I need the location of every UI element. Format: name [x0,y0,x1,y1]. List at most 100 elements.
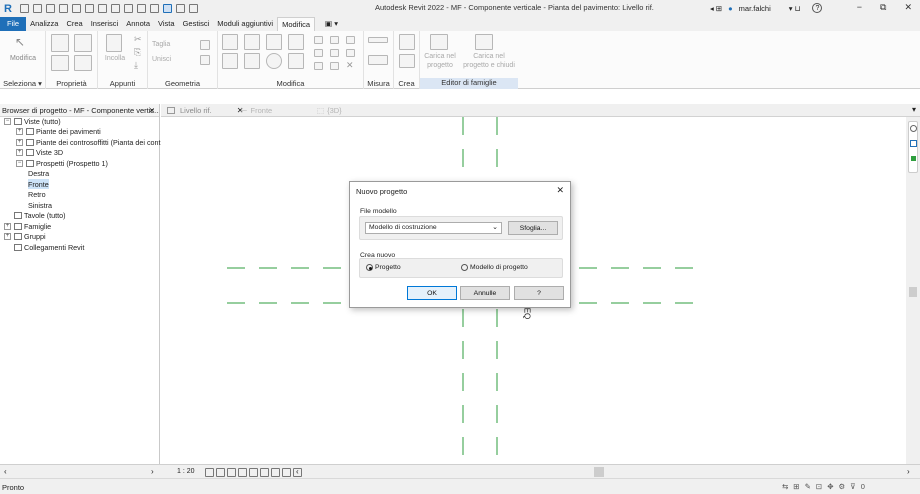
geometry-tool-icon[interactable] [200,40,210,50]
ok-button[interactable]: OK [407,286,457,300]
tab-gestisci[interactable]: Gestisci [179,17,214,31]
properties-icon[interactable] [51,34,69,52]
panel-label-seleziona[interactable]: Seleziona ▾ [0,79,45,88]
split-icon[interactable] [314,36,323,44]
save-icon[interactable] [33,4,42,13]
tree-item[interactable]: Destra [28,169,49,179]
rotate-icon[interactable] [266,53,282,69]
carica-chiudi-button[interactable]: Carica nel progetto e chiudi [460,52,518,70]
view-tab-3d[interactable]: ⬚ {3D} [317,104,342,117]
tree-item[interactable]: Sinistra [28,200,52,210]
browser-scroll-right-icon[interactable]: › [151,467,154,476]
view-tab-livello-rif[interactable]: Livello rif. ✕ [167,104,243,117]
tree-item[interactable]: + Viste 3D [16,148,63,158]
drag-elements-icon[interactable]: ✥ [827,482,833,491]
carica-progetto-button[interactable]: Carica nel progetto [420,52,460,70]
switch-windows-icon[interactable] [189,4,198,13]
crop-view-icon[interactable] [249,468,258,477]
undo-icon[interactable] [59,4,68,13]
reveal-hidden-icon[interactable] [282,468,291,477]
delete-icon[interactable]: ✕ [346,60,354,71]
tree-item[interactable]: + Gruppi [4,232,46,242]
mirror-draw-icon[interactable] [288,34,304,50]
user-name[interactable]: mar.falchi [739,4,771,13]
tree-item[interactable]: + Piante dei pavimenti [16,127,101,137]
create-form-icon[interactable] [399,54,415,68]
tab-modifica[interactable]: Modifica [277,17,316,31]
radio-modello-dot[interactable] [461,264,468,271]
expand-icon[interactable]: + [4,233,11,240]
canvas-scroll-left-icon[interactable]: ‹ [296,467,299,476]
canvas-scroll-right-icon[interactable]: › [907,467,910,476]
restore-button[interactable]: ⧉ [880,2,886,13]
text-icon[interactable] [124,4,133,13]
3d-view-icon[interactable] [137,4,146,13]
move-icon[interactable] [222,53,238,69]
zoom-region-icon[interactable] [911,156,916,161]
type-properties-icon[interactable] [74,34,92,52]
tab-file[interactable]: File [0,17,27,31]
canvas-hscroll-thumb[interactable] [594,467,604,477]
print-icon[interactable] [85,4,94,13]
tag-icon[interactable] [111,4,120,13]
family-category-icon[interactable] [51,55,69,71]
shadows-icon[interactable] [238,468,247,477]
collapse-icon[interactable]: − [4,117,11,125]
canvas-vertical-scrollbar[interactable] [906,117,920,464]
load-and-close-icon[interactable] [475,34,493,50]
tree-item[interactable]: Fronte [28,179,49,189]
select-links-icon[interactable]: ⇆ [782,482,788,491]
close-hidden-icon[interactable] [176,4,185,13]
visual-style-icon[interactable] [216,468,225,477]
tree-item[interactable]: Retro [28,190,46,200]
binoculars-icon[interactable]: ◂ ⊞ [710,4,722,13]
sections-icon[interactable] [150,4,159,13]
expand-icon[interactable]: + [16,128,23,135]
tree-item[interactable]: − Prospetti (Prospetto 1) [16,158,108,168]
dimension-icon[interactable] [368,55,388,65]
taglia-button[interactable]: Taglia [152,41,196,48]
modifica-button-label[interactable]: Modifica [2,55,44,62]
clipboard-icon[interactable] [106,34,122,52]
browser-scroll-left-icon[interactable]: ‹ [4,467,7,476]
select-pinned-icon[interactable]: ✎ [805,482,811,491]
close-window-button[interactable]: ✕ [904,2,912,13]
select-underlay-icon[interactable]: ⊞ [793,482,799,491]
array-icon[interactable] [346,36,355,44]
tab-vista[interactable]: Vista [154,17,179,31]
select-by-face-icon[interactable]: ⊡ [816,482,822,491]
tab-annota[interactable]: Annota [122,17,154,31]
expand-icon[interactable]: + [16,149,23,156]
tab-inserisci[interactable]: Inserisci [87,17,123,31]
workset-icon[interactable]: ⚙ [838,482,845,491]
pin-icon[interactable] [330,49,339,57]
user-icon[interactable]: ● [728,4,733,13]
minimize-button[interactable]: − [857,2,862,13]
copy-icon[interactable]: ⎘ [134,47,141,58]
measure-icon[interactable] [98,4,107,13]
thin-lines-icon[interactable] [163,4,172,13]
tree-item[interactable]: + Famiglie [4,221,51,231]
tree-item[interactable]: + Piante dei controsoffitti (Pianta dei c… [16,137,163,147]
tab-contextual-dropdown[interactable]: ▣ ▾ [321,17,342,31]
view-scale[interactable]: 1 : 20 [177,468,195,475]
unisci-button[interactable]: Unisci [152,56,196,63]
view-tabs-menu-icon[interactable]: ▾ [912,105,916,114]
annulla-button[interactable]: Annulle [460,286,510,300]
show-crop-icon[interactable] [260,468,269,477]
create-component-icon[interactable] [399,34,415,50]
offset-icon[interactable] [244,34,260,50]
radio-progetto-dot[interactable] [366,264,373,271]
dialog-close-button[interactable]: ✕ [556,185,564,196]
revit-logo-icon[interactable]: R [4,3,16,15]
tab-analizza[interactable]: Analizza [26,17,62,31]
trim-icon[interactable] [288,53,304,69]
filter-icon[interactable]: ⊽ [850,482,856,491]
copy-element-icon[interactable] [244,53,260,69]
expand-icon[interactable]: + [4,222,11,230]
radio-progetto[interactable]: Progetto [366,264,401,271]
sun-path-icon[interactable] [227,468,236,477]
family-types-icon[interactable] [74,55,92,71]
tab-crea[interactable]: Crea [62,17,86,31]
redo-icon[interactable] [72,4,81,13]
